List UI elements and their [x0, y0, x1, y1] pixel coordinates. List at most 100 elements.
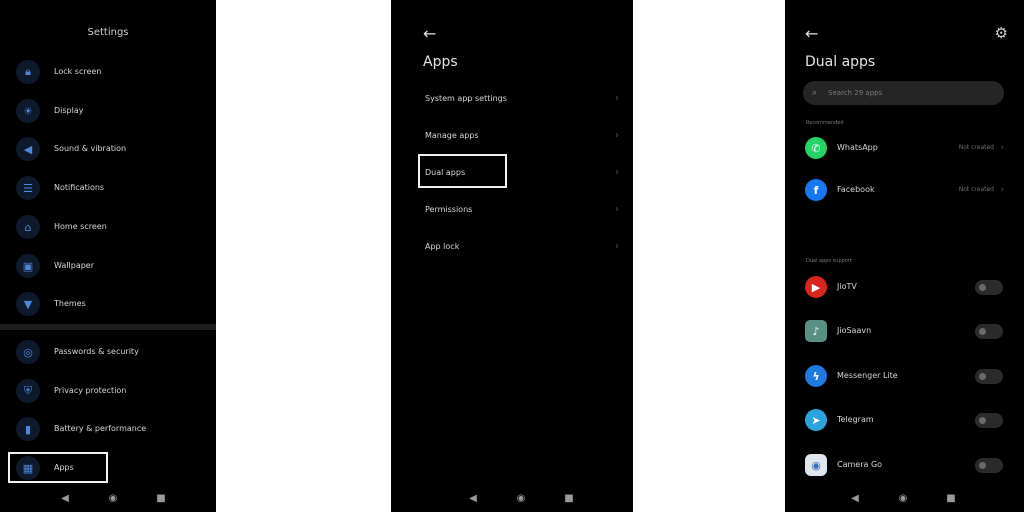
dual-app-toggle[interactable]: [975, 280, 1003, 295]
dual-app-jiosaavn[interactable]: ♪ JioSaavn: [785, 313, 1024, 349]
settings-item-passwords-security[interactable]: ◎ Passwords & security: [0, 335, 216, 369]
settings-title: Settings: [87, 27, 129, 38]
facebook-icon: f: [805, 179, 827, 201]
settings-item-label: Lock screen: [54, 67, 102, 76]
dual-app-toggle[interactable]: [975, 413, 1003, 428]
navigation-bar: ◀ ◉ ■: [785, 484, 1024, 512]
search-input[interactable]: ⌕ Search 29 apps: [803, 81, 1004, 105]
chevron-right-icon: ›: [615, 167, 619, 178]
apps-item-manage-apps[interactable]: Manage apps ›: [391, 118, 633, 154]
gear-icon[interactable]: ⚙: [995, 24, 1008, 42]
app-status: Not created: [958, 186, 994, 193]
chevron-right-icon: ›: [615, 204, 619, 215]
display-icon: ☀: [16, 99, 40, 123]
settings-item-label: Home screen: [54, 222, 107, 231]
settings-item-label: Sound & vibration: [54, 144, 127, 153]
settings-item-home-screen[interactable]: ⌂ Home screen: [0, 210, 216, 244]
apps-highlight-box: [8, 452, 108, 483]
back-arrow-icon[interactable]: ←: [805, 24, 818, 43]
apps-title: Apps: [423, 54, 458, 70]
back-nav-icon[interactable]: ◀: [466, 491, 480, 505]
app-name: Camera Go: [837, 460, 883, 469]
home-nav-icon[interactable]: ◉: [896, 491, 910, 505]
wallpaper-icon: ▣: [16, 254, 40, 278]
app-name: JioSaavn: [837, 326, 872, 335]
settings-item-themes[interactable]: ▼ Themes: [0, 287, 216, 321]
dual-apps-screen: ← ⚙ Dual apps ⌕ Search 29 apps Recommend…: [785, 0, 1024, 512]
sound-icon: ◀: [16, 137, 40, 161]
telegram-icon: ➤: [805, 409, 827, 431]
settings-item-label: Privacy protection: [54, 386, 127, 395]
app-name: Messenger Lite: [837, 371, 898, 380]
dual-app-telegram[interactable]: ➤ Telegram: [785, 402, 1024, 438]
chevron-right-icon: ›: [1000, 143, 1004, 153]
apps-screen: ← Apps System app settings › Manage apps…: [391, 0, 633, 512]
app-status: Not created: [958, 144, 994, 151]
toggle-knob: [979, 284, 986, 291]
jiosaavn-icon: ♪: [805, 320, 827, 342]
settings-item-sound[interactable]: ◀ Sound & vibration: [0, 132, 216, 166]
dual-app-toggle[interactable]: [975, 369, 1003, 384]
toggle-knob: [979, 373, 986, 380]
chevron-right-icon: ›: [615, 241, 619, 252]
settings-item-label: Passwords & security: [54, 347, 139, 356]
whatsapp-icon: ✆: [805, 137, 827, 159]
dual-app-toggle[interactable]: [975, 458, 1003, 473]
back-nav-icon[interactable]: ◀: [58, 491, 72, 505]
app-name: WhatsApp: [837, 143, 878, 152]
settings-item-label: Notifications: [54, 183, 105, 192]
recents-nav-icon[interactable]: ■: [562, 491, 576, 505]
battery-icon: ▮: [16, 417, 40, 441]
recents-nav-icon[interactable]: ■: [154, 491, 168, 505]
navigation-bar: ◀ ◉ ■: [0, 484, 216, 512]
settings-screen: Settings 🔒︎ Lock screen ☀ Display ◀ Soun…: [0, 0, 216, 512]
lock-icon: 🔒︎: [16, 60, 40, 84]
camera-go-icon: ◉: [805, 454, 827, 476]
apps-item-permissions[interactable]: Permissions ›: [391, 192, 633, 228]
toggle-knob: [979, 462, 986, 469]
search-icon: ⌕: [812, 88, 818, 98]
settings-item-battery-performance[interactable]: ▮ Battery & performance: [0, 412, 216, 446]
settings-item-label: Themes: [54, 299, 86, 308]
apps-item-label: Manage apps: [425, 131, 479, 140]
chevron-right-icon: ›: [1000, 185, 1004, 195]
themes-icon: ▼: [16, 292, 40, 316]
apps-item-app-lock[interactable]: App lock ›: [391, 229, 633, 265]
jiotv-icon: ▶: [805, 276, 827, 298]
back-nav-icon[interactable]: ◀: [848, 491, 862, 505]
chevron-right-icon: ›: [615, 93, 619, 104]
settings-item-lock-screen[interactable]: 🔒︎ Lock screen: [0, 55, 216, 89]
shield-icon: ⛨: [16, 379, 40, 403]
app-name: Facebook: [837, 185, 875, 194]
settings-item-wallpaper[interactable]: ▣ Wallpaper: [0, 249, 216, 283]
recents-nav-icon[interactable]: ■: [944, 491, 958, 505]
settings-item-notifications[interactable]: ☰ Notifications: [0, 171, 216, 205]
search-placeholder: Search 29 apps: [828, 89, 883, 97]
recommended-app-whatsapp[interactable]: ✆ WhatsApp Not created ›: [785, 130, 1024, 166]
home-nav-icon[interactable]: ◉: [514, 491, 528, 505]
home-nav-icon[interactable]: ◉: [106, 491, 120, 505]
settings-item-privacy-protection[interactable]: ⛨ Privacy protection: [0, 374, 216, 408]
dual-app-camera-go[interactable]: ◉ Camera Go: [785, 447, 1024, 483]
recommended-app-facebook[interactable]: f Facebook Not created ›: [785, 172, 1024, 208]
chevron-right-icon: ›: [615, 130, 619, 141]
notifications-icon: ☰: [16, 176, 40, 200]
settings-item-label: Wallpaper: [54, 261, 95, 270]
dual-app-toggle[interactable]: [975, 324, 1003, 339]
settings-item-display[interactable]: ☀ Display: [0, 94, 216, 128]
dual-apps-highlight-box: [418, 154, 507, 188]
dual-apps-support-section-label: Dual apps support: [806, 258, 852, 264]
back-arrow-icon[interactable]: ←: [423, 24, 436, 43]
navigation-bar: ◀ ◉ ■: [391, 484, 633, 512]
apps-item-label: App lock: [425, 242, 460, 251]
apps-item-system-app-settings[interactable]: System app settings ›: [391, 81, 633, 117]
toggle-knob: [979, 328, 986, 335]
section-divider: [0, 324, 216, 330]
apps-item-label: System app settings: [425, 94, 507, 103]
apps-item-label: Permissions: [425, 205, 473, 214]
messenger-lite-icon: ϟ: [805, 365, 827, 387]
settings-item-label: Display: [54, 106, 84, 115]
dual-app-jiotv[interactable]: ▶ JioTV: [785, 269, 1024, 305]
dual-app-messenger-lite[interactable]: ϟ Messenger Lite: [785, 358, 1024, 394]
home-icon: ⌂: [16, 215, 40, 239]
